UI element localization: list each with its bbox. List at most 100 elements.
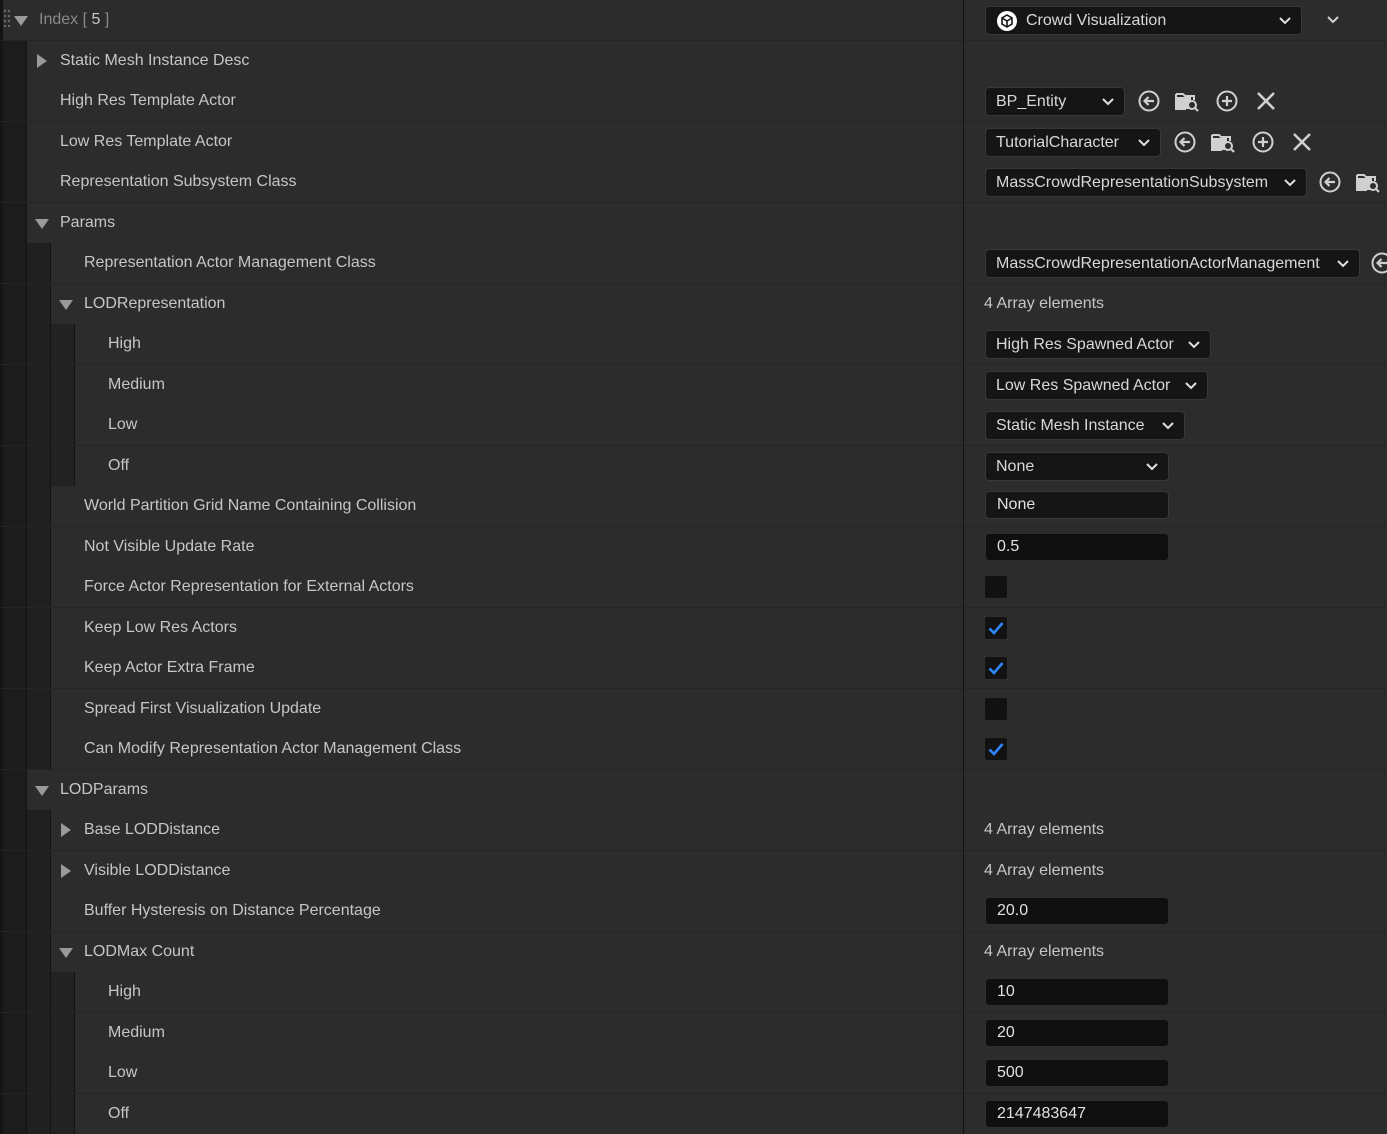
not-visible-rate-input[interactable]: 0.5	[985, 533, 1169, 561]
use-selected-icon[interactable]	[1318, 170, 1342, 194]
add-icon[interactable]	[1251, 130, 1275, 154]
expand-arrow-icon[interactable]	[61, 864, 71, 878]
max-low-label: Low	[108, 1053, 137, 1093]
row-lod-max-count: LODMax Count 4 Array elements	[0, 932, 1387, 972]
params-label: Params	[60, 203, 115, 243]
row-keep-actor-extra-frame: Keep Actor Extra Frame	[0, 648, 1387, 688]
force-actor-rep-checkbox[interactable]	[984, 575, 1008, 599]
row-representation-subsystem-class: Representation Subsystem Class MassCrowd…	[0, 162, 1387, 202]
max-low-input[interactable]: 500	[985, 1059, 1169, 1087]
index-header-row: Index [ 5 ] Crowd Visualization	[0, 0, 1387, 40]
base-lod-distance-count: 4 Array elements	[984, 810, 1104, 850]
force-actor-rep-label: Force Actor Representation for External …	[84, 567, 414, 607]
index-label: Index [ 5 ]	[39, 0, 109, 40]
keep-low-res-checkbox[interactable]	[984, 616, 1008, 640]
collapse-arrow-icon[interactable]	[35, 786, 49, 796]
rep-subsystem-dropdown[interactable]: MassCrowdRepresentationSubsystem	[985, 168, 1307, 197]
keep-low-res-label: Keep Low Res Actors	[84, 608, 237, 648]
row-buffer-hysteresis: Buffer Hysteresis on Distance Percentage…	[0, 891, 1387, 931]
max-off-input[interactable]: 2147483647	[985, 1100, 1169, 1128]
chevron-down-icon	[1282, 175, 1298, 191]
lod-rep-low-label: Low	[108, 405, 137, 445]
row-base-lod-distance: Base LODDistance 4 Array elements	[0, 810, 1387, 850]
lod-rep-off-dropdown[interactable]: None	[985, 452, 1169, 481]
world-partition-field[interactable]: None	[985, 491, 1169, 519]
low-res-template-dropdown[interactable]: TutorialCharacter	[985, 128, 1161, 157]
component-class-dropdown[interactable]: Crowd Visualization	[985, 6, 1302, 35]
lod-rep-off-label: Off	[108, 446, 129, 486]
row-spread-first-visualization-update: Spread First Visualization Update	[0, 689, 1387, 729]
high-res-template-dropdown[interactable]: BP_Entity	[985, 87, 1125, 116]
spread-first-checkbox[interactable]	[984, 697, 1008, 721]
row-low-res-template-actor: Low Res Template Actor TutorialCharacter	[0, 122, 1387, 162]
chevron-down-icon	[1335, 256, 1351, 272]
chevron-down-icon[interactable]	[1325, 12, 1341, 28]
use-selected-icon[interactable]	[1173, 130, 1197, 154]
max-high-label: High	[108, 972, 141, 1012]
lod-rep-high-dropdown[interactable]: High Res Spawned Actor	[985, 330, 1211, 359]
collapse-arrow-icon[interactable]	[14, 16, 28, 26]
row-max-low: Low 500	[0, 1053, 1387, 1093]
component-dropdown-label: Crowd Visualization	[1026, 12, 1166, 29]
row-can-modify-rep-actor-mgmt: Can Modify Representation Actor Manageme…	[0, 729, 1387, 769]
clear-icon[interactable]	[1254, 89, 1278, 113]
row-rep-actor-management-class: Representation Actor Management Class Ma…	[0, 243, 1387, 283]
browse-icon[interactable]	[1175, 89, 1199, 113]
world-partition-label: World Partition Grid Name Containing Col…	[84, 486, 416, 526]
buffer-hysteresis-input[interactable]: 20.0	[985, 897, 1169, 925]
checkmark-icon	[988, 741, 1004, 757]
low-res-template-label: Low Res Template Actor	[60, 122, 232, 162]
details-panel: Index [ 5 ] Crowd Visualization Static M…	[0, 0, 1387, 1128]
collapse-arrow-icon[interactable]	[59, 948, 73, 958]
not-visible-rate-label: Not Visible Update Rate	[84, 527, 254, 567]
add-icon[interactable]	[1215, 89, 1239, 113]
lod-rep-low-dropdown[interactable]: Static Mesh Instance	[985, 411, 1185, 440]
chevron-down-icon	[1183, 378, 1199, 394]
max-medium-label: Medium	[108, 1013, 165, 1053]
clear-icon[interactable]	[1290, 130, 1314, 154]
lod-params-label: LODParams	[60, 770, 148, 810]
browse-icon[interactable]	[1356, 170, 1380, 194]
row-lod-rep-medium: Medium Low Res Spawned Actor	[0, 365, 1387, 405]
static-mesh-label: Static Mesh Instance Desc	[60, 41, 249, 81]
chevron-down-icon	[1277, 13, 1293, 29]
lod-max-count-count: 4 Array elements	[984, 932, 1104, 972]
max-high-input[interactable]: 10	[985, 978, 1169, 1006]
row-params: Params	[0, 203, 1387, 243]
max-medium-input[interactable]: 20	[985, 1019, 1169, 1047]
can-modify-label: Can Modify Representation Actor Manageme…	[84, 729, 461, 769]
row-lod-rep-low: Low Static Mesh Instance	[0, 405, 1387, 445]
use-selected-icon[interactable]	[1370, 251, 1387, 275]
row-lod-rep-off: Off None	[0, 446, 1387, 486]
row-high-res-template-actor: High Res Template Actor BP_Entity	[0, 81, 1387, 121]
row-force-actor-representation: Force Actor Representation for External …	[0, 567, 1387, 607]
expand-arrow-icon[interactable]	[37, 54, 47, 68]
max-off-label: Off	[108, 1094, 129, 1134]
use-selected-icon[interactable]	[1137, 89, 1161, 113]
row-keep-low-res-actors: Keep Low Res Actors	[0, 608, 1387, 648]
checkmark-icon	[988, 620, 1004, 636]
keep-extra-frame-checkbox[interactable]	[984, 656, 1008, 680]
row-not-visible-update-rate: Not Visible Update Rate 0.5	[0, 527, 1387, 567]
row-max-high: High 10	[0, 972, 1387, 1012]
chevron-down-icon	[1136, 135, 1152, 151]
chevron-down-icon	[1100, 94, 1116, 110]
base-lod-distance-label: Base LODDistance	[84, 810, 220, 850]
lod-rep-high-label: High	[108, 324, 141, 364]
chevron-down-icon	[1160, 418, 1176, 434]
browse-icon[interactable]	[1211, 130, 1235, 154]
lod-rep-medium-dropdown[interactable]: Low Res Spawned Actor	[985, 371, 1208, 400]
grip-icon[interactable]	[4, 10, 12, 30]
blueprint-icon	[996, 10, 1018, 32]
expand-arrow-icon[interactable]	[61, 823, 71, 837]
row-lod-params: LODParams	[0, 770, 1387, 810]
lod-max-count-label: LODMax Count	[84, 932, 194, 972]
row-world-partition-grid-name: World Partition Grid Name Containing Col…	[0, 486, 1387, 526]
collapse-arrow-icon[interactable]	[59, 300, 73, 310]
rep-actor-mgmt-dropdown[interactable]: MassCrowdRepresentationActorManagement	[985, 249, 1360, 278]
lod-rep-medium-label: Medium	[108, 365, 165, 405]
rep-subsystem-label: Representation Subsystem Class	[60, 162, 297, 202]
lod-representation-count: 4 Array elements	[984, 284, 1104, 324]
can-modify-checkbox[interactable]	[984, 737, 1008, 761]
collapse-arrow-icon[interactable]	[35, 219, 49, 229]
